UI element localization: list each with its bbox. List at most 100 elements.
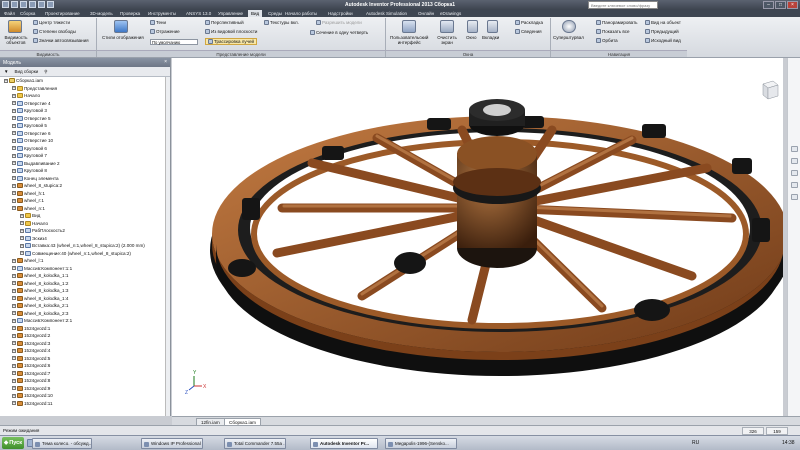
browser-close-icon[interactable]: × — [164, 59, 167, 65]
tabs-button[interactable]: Вкладки — [482, 35, 499, 40]
tree-node[interactable]: + wheel_n:1 — [12, 205, 45, 213]
expand-icon[interactable]: + — [12, 161, 16, 166]
user-interface-button[interactable]: Пользовательский интерфейс — [390, 35, 428, 45]
expand-icon[interactable]: + — [12, 258, 16, 263]
filter-icon[interactable]: ▼ — [4, 69, 8, 74]
autoconstrain-glyphs-button[interactable]: Значки автосвязывания — [33, 38, 89, 43]
expand-icon[interactable]: + — [12, 393, 16, 398]
look-at-button[interactable]: Вид на объект — [645, 20, 681, 25]
user-interface-icon[interactable] — [402, 20, 416, 33]
tree-node[interactable]: + wheel_8_kolodka_1:3 — [12, 287, 68, 295]
expand-icon[interactable]: + — [12, 198, 16, 203]
orbit-nav-icon[interactable] — [791, 182, 798, 188]
expand-icon[interactable]: + — [12, 348, 16, 353]
tree-node[interactable]: + Отверстие 4 — [12, 100, 51, 108]
tree-node[interactable]: + Круговой 5 — [12, 122, 47, 130]
expand-icon[interactable]: + — [12, 386, 16, 391]
tree-node[interactable]: + wheel_h:1 — [12, 190, 45, 198]
expand-icon[interactable]: + — [12, 183, 16, 188]
reflection-button[interactable]: Отражение — [150, 29, 180, 34]
textures-button[interactable]: Текстуры вкл. — [264, 20, 299, 25]
expand-icon[interactable]: + — [12, 311, 16, 316]
pan-button[interactable]: Панорамировать — [596, 20, 638, 25]
tree-node[interactable]: +1524gvozd:3 — [12, 340, 50, 348]
wheel-model[interactable]: Y X Z — [172, 58, 790, 416]
tree-node[interactable]: + Начало — [20, 220, 48, 228]
expand-icon[interactable]: + — [12, 266, 16, 271]
tree-node[interactable]: +1524gvozd:1 — [12, 325, 50, 333]
expand-icon[interactable]: + — [12, 131, 16, 136]
steering-wheel-nav-icon[interactable] — [791, 146, 798, 152]
minimize-icon[interactable]: – — [763, 1, 774, 9]
search-input[interactable]: Введите ключевое слово/фразу — [588, 1, 658, 9]
tree-node[interactable]: + Начало — [12, 92, 40, 100]
window-icon[interactable] — [467, 20, 478, 33]
clean-screen-button[interactable]: Очистить экран — [432, 35, 462, 45]
expand-icon[interactable]: + — [20, 228, 24, 233]
perspective-button[interactable]: Перспективный — [205, 20, 244, 25]
ray-tracing-button[interactable]: Трассировка лучей — [205, 38, 257, 45]
tree-node[interactable]: +1524gvozd:7 — [12, 370, 50, 378]
arrange-button[interactable]: Раскладка — [515, 20, 543, 25]
expand-icon[interactable]: + — [12, 108, 16, 113]
expand-icon[interactable]: + — [12, 146, 16, 151]
zoom-all-button[interactable]: Показать все — [596, 29, 629, 34]
graphics-viewport[interactable]: Y X Z — [172, 58, 790, 416]
tab-design[interactable]: Проектирование — [45, 10, 80, 17]
info-button[interactable]: Сведения — [515, 29, 542, 34]
object-visibility-icon[interactable] — [8, 20, 22, 33]
expand-icon[interactable]: + — [20, 243, 24, 248]
center-of-gravity-button[interactable]: Центр тяжести — [33, 20, 70, 25]
tree-node[interactable]: +1524gvozd:5 — [12, 355, 50, 363]
tab-edrawings[interactable]: eDrawings — [440, 10, 461, 17]
view-filter-select[interactable]: Вид сборки — [14, 69, 38, 74]
expand-icon[interactable]: + — [12, 363, 16, 368]
tab-assemble[interactable]: Сборка — [20, 10, 35, 17]
expand-icon[interactable]: + — [12, 303, 16, 308]
tab-online[interactable]: Онлайн — [418, 10, 434, 17]
ground-plane-button[interactable]: Из видовой плоскости — [205, 29, 257, 34]
expand-icon[interactable]: + — [12, 176, 16, 181]
home-view-button[interactable]: Исходный вид — [645, 38, 681, 43]
ground-plane-select[interactable]: По умолчанию — [150, 39, 198, 45]
tab-inspect[interactable]: Проверка — [120, 10, 140, 17]
look-at-nav-icon[interactable] — [791, 194, 798, 200]
section-view-button[interactable]: Сечение в одну четверть — [310, 30, 368, 35]
shadows-button[interactable]: Тени — [150, 20, 166, 25]
expand-icon[interactable]: + — [20, 236, 24, 241]
expand-icon[interactable]: + — [12, 138, 16, 143]
task-windows-ip[interactable]: Windows IP Professional ... — [141, 438, 203, 449]
tree-node[interactable]: + wheel_8_kolodka_1:4 — [12, 295, 68, 303]
task-browser[interactable]: Тема колесо. - обсужд... — [32, 438, 92, 449]
tree-node[interactable]: + wheel_8_kolodka_2:1 — [12, 302, 68, 310]
expand-icon[interactable]: + — [12, 281, 16, 286]
tree-node[interactable]: + Представления — [12, 85, 57, 93]
expand-icon[interactable]: + — [12, 206, 16, 211]
tree-node[interactable]: + wheel_8_stupica:2 — [12, 182, 62, 190]
expand-icon[interactable]: + — [20, 251, 24, 256]
task-total-commander[interactable]: Total Commander 7.55a ... — [224, 438, 286, 449]
tree-node[interactable]: + Эскиз4 — [20, 235, 47, 243]
tabs-icon[interactable] — [487, 20, 498, 33]
tree-node[interactable]: + Сборка1.iam — [4, 77, 43, 85]
tree-node[interactable]: +1524gvozd:6 — [12, 362, 50, 370]
visual-style-button[interactable]: Стили отображения — [102, 35, 144, 40]
tree-node[interactable]: + Круговой 8 — [12, 167, 47, 175]
expand-icon[interactable]: + — [12, 318, 16, 323]
language-indicator[interactable]: RU — [692, 440, 699, 446]
maximize-icon[interactable]: □ — [775, 1, 786, 9]
tree-node[interactable]: + wheel_8_kolodka_2:3 — [12, 310, 68, 318]
expand-icon[interactable]: + — [12, 116, 16, 121]
expand-icon[interactable]: + — [12, 93, 16, 98]
tree-node[interactable]: + Массив:Компонент:2:1 — [12, 317, 72, 325]
tab-ansys[interactable]: ANSYS 13.0 — [186, 10, 211, 17]
expand-icon[interactable]: + — [4, 78, 8, 83]
tree-node[interactable]: + Отверстие 6 — [12, 130, 51, 138]
tree-node[interactable]: +1524gvozd:4 — [12, 347, 50, 355]
expand-icon[interactable]: + — [12, 296, 16, 301]
tree-node[interactable]: + Круговой 3 — [12, 107, 47, 115]
tab-view[interactable]: Вид — [248, 10, 263, 17]
expand-icon[interactable]: + — [12, 288, 16, 293]
tree-node[interactable]: +1524gvozd:8 — [12, 377, 50, 385]
close-icon[interactable]: × — [787, 1, 798, 9]
